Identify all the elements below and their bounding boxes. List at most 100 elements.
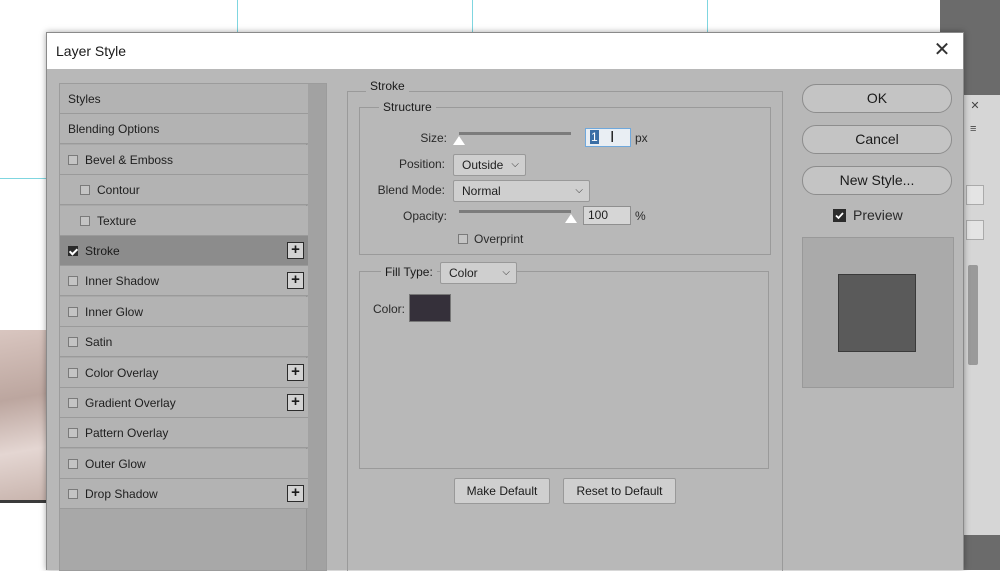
size-label: Size: [420,131,447,145]
blend-mode-label: Blend Mode: [377,183,445,197]
checkbox-icon[interactable] [80,215,90,226]
checkbox-icon[interactable] [80,184,90,195]
panel-close-icon[interactable]: ✕ [968,99,982,113]
style-item-texture[interactable]: Texture [60,206,308,236]
checkbox-icon[interactable] [68,458,78,469]
panel-field[interactable] [966,185,984,205]
background-panel: ✕ ≡ [963,95,1000,535]
style-item-color-overlay[interactable]: Color Overlay + [60,358,308,388]
ok-button[interactable]: OK [802,84,952,113]
style-item-label: Contour [97,182,140,197]
style-item-label: Inner Glow [85,304,144,319]
add-effect-icon[interactable]: + [287,394,304,411]
style-item-label: Satin [85,334,113,349]
preview-area [802,237,954,388]
panel-scrollbar-thumb[interactable] [968,265,978,365]
style-item-label: Outer Glow [85,456,146,471]
style-item-label: Texture [97,213,137,228]
style-item-inner-glow[interactable]: Inner Glow [60,297,308,327]
fill-type-label: Fill Type: [381,265,437,279]
opacity-label: Opacity: [402,209,447,223]
size-input[interactable]: 1 [585,128,631,147]
canvas-image [0,330,50,500]
fill-type-select[interactable]: Color ⌵ [440,262,517,284]
checkbox-checked-icon[interactable] [68,245,78,256]
opacity-input-value: 100 [588,208,609,222]
checkbox-icon[interactable] [68,275,78,286]
chevron-down-icon: ⌵ [511,159,519,170]
styles-list: Styles Blending Options Bevel & Emboss Cont… [59,83,327,571]
style-item-bevel-and-emboss[interactable]: Bevel & Emboss [60,145,308,175]
checkbox-icon[interactable] [68,488,78,499]
layer-style-dialog: Layer Style ✕ Styles Blending Options Beve… [46,32,964,571]
panel-menu-icon[interactable]: ≡ [970,123,976,135]
style-item-label: Styles [68,91,101,106]
preview-checkbox[interactable] [833,209,846,222]
add-effect-icon[interactable]: + [287,242,304,259]
style-item-drop-shadow[interactable]: Drop Shadow + [60,479,308,509]
cancel-button[interactable]: Cancel [802,125,952,154]
style-item-label: Bevel & Emboss [85,152,174,167]
make-default-button[interactable]: Make Default [454,478,550,504]
guide-line [237,0,238,32]
style-item-pattern-overlay[interactable]: Pattern Overlay [60,418,308,448]
text-cursor-icon: I [610,129,615,146]
checkbox-checked-icon [835,212,844,220]
checkbox-icon[interactable] [68,397,78,408]
blend-mode-select[interactable]: Normal ⌵ [453,180,590,202]
stroke-color-swatch[interactable] [409,294,451,322]
dialog-titlebar: Layer Style ✕ [47,33,963,69]
add-effect-icon[interactable]: + [287,272,304,289]
close-icon[interactable]: ✕ [931,39,953,61]
overprint-label: Overprint [474,232,524,246]
opacity-input[interactable]: 100 [583,206,631,225]
position-select[interactable]: Outside ⌵ [453,154,526,176]
color-label: Color: [373,302,406,316]
style-item-label: Drop Shadow [85,486,158,501]
style-item-blending-options[interactable]: Blending Options [60,114,308,144]
reset-to-default-button[interactable]: Reset to Default [563,478,676,504]
checkbox-icon[interactable] [68,367,78,378]
size-slider-handle[interactable] [453,136,465,145]
checkbox-icon[interactable] [68,306,78,317]
add-effect-icon[interactable]: + [287,364,304,381]
guide-line [707,0,708,32]
chevron-down-icon: ⌵ [575,185,583,196]
style-item-label: Pattern Overlay [85,425,169,440]
checkbox-icon[interactable] [68,336,78,347]
style-item-satin[interactable]: Satin [60,327,308,357]
style-item-styles[interactable]: Styles [60,84,308,114]
dialog-title: Layer Style [56,43,127,59]
size-input-value: 1 [590,130,599,144]
preview-thumbnail [838,274,916,352]
new-style-button[interactable]: New Style... [802,166,952,195]
blend-mode-value: Normal [462,184,501,198]
checkbox-icon[interactable] [68,154,78,165]
position-value: Outside [462,158,504,172]
panel-field[interactable] [966,220,984,240]
guide-line [0,178,46,179]
guide-line [472,0,473,32]
style-item-label: Inner Shadow [85,273,160,288]
stroke-section-title: Stroke [366,79,409,93]
style-item-outer-glow[interactable]: Outer Glow [60,449,308,479]
style-item-label: Gradient Overlay [85,395,176,410]
add-effect-icon[interactable]: + [287,485,304,502]
opacity-unit: % [635,209,646,223]
style-item-gradient-overlay[interactable]: Gradient Overlay + [60,388,308,418]
chevron-down-icon: ⌵ [502,267,510,278]
preview-label: Preview [853,207,903,223]
style-item-label: Blending Options [68,121,160,136]
checkbox-icon[interactable] [68,427,78,438]
opacity-slider-handle[interactable] [565,214,577,223]
size-slider-track[interactable] [459,132,571,135]
size-unit: px [635,131,648,145]
overprint-checkbox[interactable] [458,234,468,244]
styles-list-scrollbar[interactable] [306,84,326,570]
style-item-label: Stroke [85,243,120,258]
position-label: Position: [398,157,445,171]
style-item-inner-shadow[interactable]: Inner Shadow + [60,266,308,296]
style-item-contour[interactable]: Contour [60,175,308,205]
style-item-stroke[interactable]: Stroke + [60,236,308,266]
opacity-slider-track[interactable] [459,210,571,213]
